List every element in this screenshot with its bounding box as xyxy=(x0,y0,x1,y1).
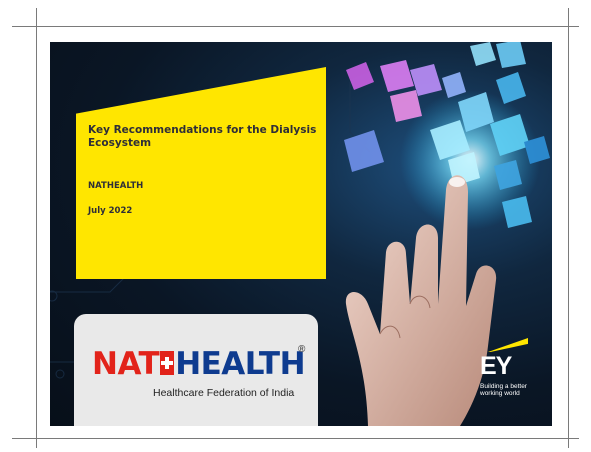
nathealth-logo: NAT HEALTH xyxy=(92,346,306,382)
crop-mark-right xyxy=(568,8,569,448)
slide-title: Key Recommendations for the Dialysis Eco… xyxy=(88,124,317,149)
crop-mark-top xyxy=(12,26,579,27)
ey-beam-icon xyxy=(488,338,528,352)
registered-mark: ® xyxy=(298,344,306,355)
nathealth-logo-health: HEALTH xyxy=(175,346,306,382)
plus-icon xyxy=(160,351,175,375)
publication-date: July 2022 xyxy=(88,206,133,216)
crop-mark-left xyxy=(36,8,37,448)
cover-slide: Key Recommendations for the Dialysis Eco… xyxy=(50,42,552,426)
ey-letters: EY xyxy=(480,352,512,380)
nathealth-tagline: Healthcare Federation of India xyxy=(153,387,295,399)
nathealth-logo-nat: NAT xyxy=(92,346,160,382)
organization-name: NATHEALTH xyxy=(88,181,144,191)
ey-tagline: Building a better working world xyxy=(480,383,527,397)
ey-logo: EY Building a better working world xyxy=(478,338,542,422)
crop-mark-bottom xyxy=(12,438,579,439)
nathealth-logo-card: NAT HEALTH ® Healthcare Federation of Ind… xyxy=(74,314,318,426)
